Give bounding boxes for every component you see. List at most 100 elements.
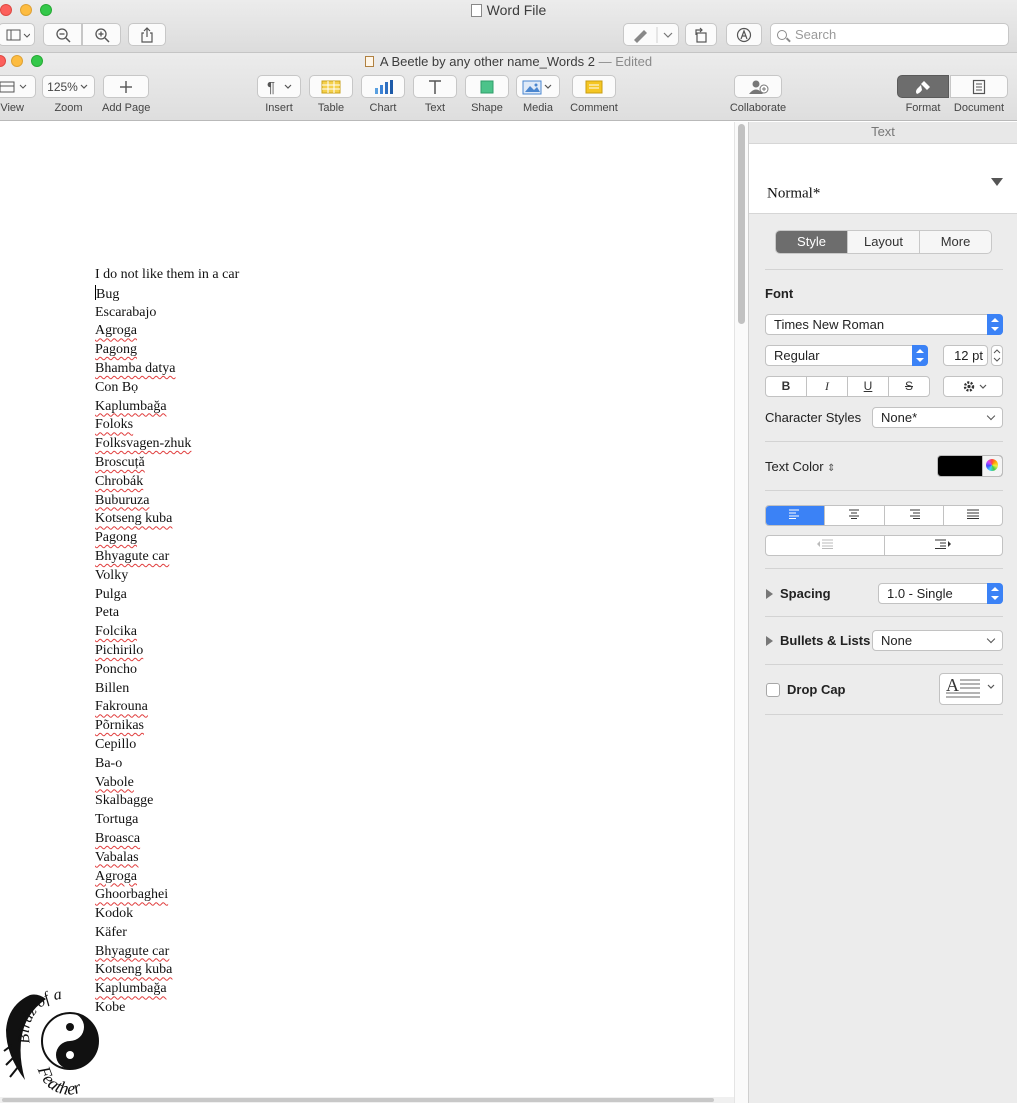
document-line[interactable]: Peta: [95, 604, 239, 623]
bullets-disclosure-icon[interactable]: [766, 636, 773, 646]
chart-button[interactable]: [361, 75, 405, 98]
media-tool[interactable]: Media: [515, 75, 561, 114]
format-button[interactable]: [897, 75, 949, 98]
spacing-stepper-icon[interactable]: [987, 583, 1003, 604]
font-weight-stepper-icon[interactable]: [912, 345, 928, 366]
tab-style[interactable]: Style: [776, 231, 847, 253]
document-tool[interactable]: Document: [950, 75, 1008, 114]
bullets-lists-select[interactable]: None: [872, 630, 1003, 651]
markup-button[interactable]: [623, 23, 679, 46]
add-page-tool[interactable]: Add Page: [102, 75, 150, 114]
font-family-stepper-icon[interactable]: [987, 314, 1003, 335]
document-line[interactable]: Kaplumbağa: [95, 398, 239, 417]
document-line[interactable]: Vabalas: [95, 849, 239, 868]
spacing-label[interactable]: Spacing: [780, 586, 831, 601]
document-line[interactable]: Bhyagute car: [95, 548, 239, 567]
collaborate-tool[interactable]: Collaborate: [728, 75, 788, 114]
tab-more[interactable]: More: [919, 231, 991, 253]
character-styles-select[interactable]: None*: [872, 407, 1003, 428]
bullets-lists-label[interactable]: Bullets & Lists: [780, 633, 870, 648]
drop-cap-style-picker[interactable]: A: [939, 673, 1003, 705]
document-button[interactable]: [950, 75, 1008, 98]
document-line[interactable]: Broasca: [95, 830, 239, 849]
document-line[interactable]: Buburuza: [95, 492, 239, 511]
document-line[interactable]: Folcika: [95, 623, 239, 642]
search-field[interactable]: Search: [770, 23, 1009, 46]
paragraph-style-picker[interactable]: Normal*: [749, 144, 1017, 214]
document-line[interactable]: Poncho: [95, 661, 239, 680]
collaborate-button[interactable]: [734, 75, 782, 98]
increase-indent-button[interactable]: [883, 536, 1003, 555]
inspector-tabs[interactable]: Style Layout More: [775, 230, 992, 254]
document-line[interactable]: Kotseng kuba: [95, 961, 239, 980]
add-page-button[interactable]: [103, 75, 149, 98]
document-line[interactable]: Põrnikas: [95, 717, 239, 736]
table-tool[interactable]: Table: [308, 75, 354, 114]
document-line[interactable]: Pagong: [95, 529, 239, 548]
document-line[interactable]: Bug: [95, 284, 239, 304]
spacing-select[interactable]: 1.0 - Single: [878, 583, 1003, 604]
tab-layout[interactable]: Layout: [847, 231, 919, 253]
document-line[interactable]: Agroga: [95, 322, 239, 341]
chart-tool[interactable]: Chart: [360, 75, 406, 114]
document-line[interactable]: Kotseng kuba: [95, 510, 239, 529]
underline-button[interactable]: U: [847, 377, 888, 396]
horizontal-scrollbar[interactable]: [0, 1097, 734, 1103]
document-line[interactable]: Vabole: [95, 774, 239, 793]
spacing-disclosure-icon[interactable]: [766, 589, 773, 599]
document-line[interactable]: Fakrouna: [95, 698, 239, 717]
comment-button[interactable]: [572, 75, 616, 98]
zoom-select[interactable]: 125%: [42, 75, 95, 98]
document-line[interactable]: Volky: [95, 567, 239, 586]
view-tool[interactable]: View: [0, 75, 36, 114]
document-line[interactable]: Escarabajo: [95, 304, 239, 323]
sidebar-toggle-button[interactable]: [0, 23, 35, 46]
align-center-button[interactable]: [824, 506, 883, 525]
share-button[interactable]: [128, 23, 166, 46]
document-line[interactable]: Pagong: [95, 341, 239, 360]
media-button[interactable]: [516, 75, 560, 98]
comment-tool[interactable]: Comment: [570, 75, 618, 114]
decrease-indent-button[interactable]: [766, 536, 884, 555]
align-right-button[interactable]: [883, 506, 943, 525]
document-line[interactable]: Chrobák: [95, 473, 239, 492]
disclosure-triangle-icon[interactable]: [991, 178, 1003, 186]
text-button[interactable]: [413, 75, 457, 98]
document-line[interactable]: Foloks: [95, 416, 239, 435]
zoom-in-button[interactable]: [82, 23, 121, 46]
document-line[interactable]: Tortuga: [95, 811, 239, 830]
document-line[interactable]: Ghoorbaghei: [95, 886, 239, 905]
zoom-out-button[interactable]: [43, 23, 82, 46]
document-line[interactable]: Kodok: [95, 905, 239, 924]
document-line[interactable]: Käfer: [95, 924, 239, 943]
text-color-swatch[interactable]: [937, 455, 1003, 477]
insert-button[interactable]: ¶: [257, 75, 301, 98]
font-size-field[interactable]: 12 pt: [943, 345, 988, 366]
view-button[interactable]: [0, 75, 36, 98]
document-line[interactable]: Broscuță: [95, 454, 239, 473]
document-line[interactable]: Bhyagute car: [95, 943, 239, 962]
up-down-chevron-icon[interactable]: ⇕: [827, 463, 835, 474]
bold-button[interactable]: B: [766, 377, 806, 396]
zoom-tool[interactable]: 125% Zoom: [42, 75, 95, 114]
document-line[interactable]: Agroga: [95, 868, 239, 887]
shape-button[interactable]: [465, 75, 509, 98]
font-size-stepper[interactable]: [991, 345, 1003, 366]
insert-tool[interactable]: ¶ Insert: [256, 75, 302, 114]
text-tool[interactable]: Text: [412, 75, 458, 114]
document-line[interactable]: Billen: [95, 680, 239, 699]
font-weight-select[interactable]: Regular: [765, 345, 928, 366]
document-line[interactable]: Ba-o: [95, 755, 239, 774]
text-options-button[interactable]: [943, 376, 1003, 397]
shape-tool[interactable]: Shape: [464, 75, 510, 114]
document-line[interactable]: Bhamba datya: [95, 360, 239, 379]
document-text[interactable]: I do not like them in a car Bug Escarabajo…: [95, 266, 239, 1018]
font-family-select[interactable]: Times New Roman: [765, 314, 1003, 335]
document-line[interactable]: Pulga: [95, 586, 239, 605]
table-button[interactable]: [309, 75, 353, 98]
italic-button[interactable]: I: [806, 377, 847, 396]
horizontal-scroll-thumb[interactable]: [2, 1098, 714, 1102]
document-line[interactable]: Pichirilo: [95, 642, 239, 661]
drop-cap-checkbox[interactable]: [766, 683, 780, 697]
justify-button[interactable]: [942, 506, 1002, 525]
